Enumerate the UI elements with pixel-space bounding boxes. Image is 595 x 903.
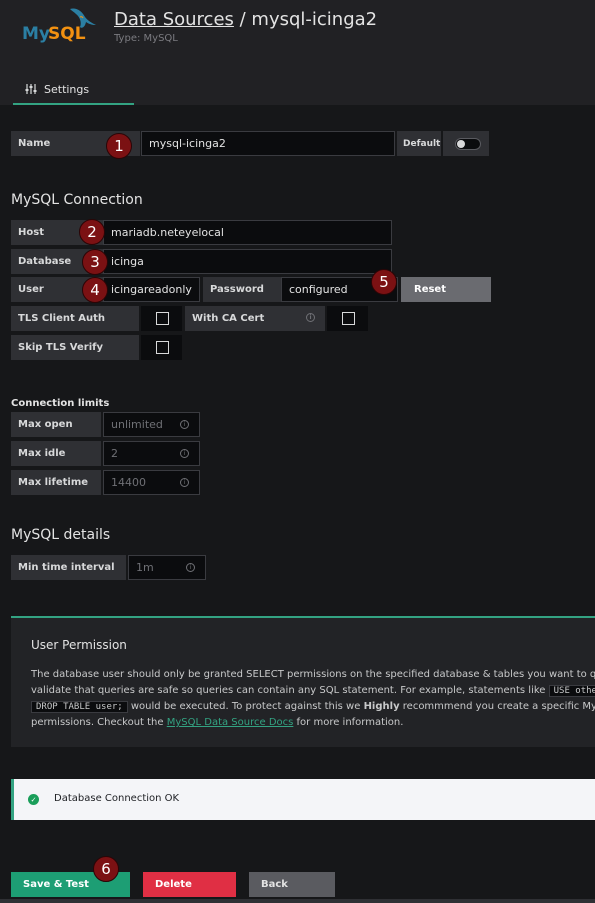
with-ca-cert-text: With CA Cert	[192, 313, 265, 324]
sliders-icon	[25, 83, 37, 98]
info-icon: i	[180, 478, 189, 487]
user-input[interactable]: icingareadonly	[103, 277, 200, 302]
min-time-interval-placeholder: 1m	[136, 561, 154, 574]
info-icon: i	[186, 563, 195, 572]
reset-password-button[interactable]: Reset	[401, 277, 491, 302]
info-icon: i	[306, 313, 315, 322]
page-title: Data Sources / mysql-icinga2	[114, 9, 377, 30]
user-permission-title: User Permission	[31, 638, 127, 652]
permission-line-4: permissions. Checkout the MySQL Data Sou…	[31, 715, 595, 731]
back-button[interactable]: Back	[249, 872, 335, 897]
default-label: Default	[397, 131, 441, 156]
user-permission-panel: User Permission The database user should…	[11, 616, 595, 747]
skip-tls-verify-label: Skip TLS Verify	[11, 335, 139, 360]
mysql-details-heading: MySQL details	[11, 527, 111, 543]
permission-highly: Highly	[363, 701, 400, 712]
toggle-knob	[457, 140, 465, 148]
logo-my-text: My	[22, 24, 50, 44]
default-toggle[interactable]	[455, 138, 481, 150]
marker-badge-1: 1	[106, 133, 132, 159]
database-input[interactable]: icinga	[103, 249, 392, 274]
mysql-logo: My SQL	[22, 5, 102, 45]
tls-client-auth-wrap	[141, 306, 182, 331]
max-idle-placeholder: 2	[111, 447, 118, 460]
tls-client-auth-label: TLS Client Auth	[11, 306, 139, 331]
info-icon: i	[180, 420, 189, 429]
password-label: Password	[203, 277, 281, 302]
permission-line-2: validate that queries are safe so querie…	[31, 683, 595, 699]
code-use-other: USE othe	[548, 685, 595, 697]
tab-settings[interactable]: Settings	[13, 80, 134, 105]
min-time-interval-input[interactable]: 1m i	[128, 555, 206, 580]
host-input[interactable]: mariadb.neteyelocal	[103, 220, 392, 245]
tab-settings-label: Settings	[44, 83, 90, 96]
max-lifetime-input[interactable]: 14400 i	[103, 470, 200, 495]
marker-badge-4: 4	[82, 277, 108, 303]
permission-line-4-text-b: for more information.	[293, 717, 404, 728]
with-ca-cert-label: With CA Cert i	[185, 306, 325, 331]
user-permission-text: The database user should only be granted…	[31, 667, 595, 731]
permission-line-3-text-b: recommmend you create a specific My	[399, 701, 595, 712]
max-idle-input[interactable]: 2 i	[103, 441, 200, 466]
permission-line-3-text-a: would be executed. To protect against th…	[127, 701, 364, 712]
delete-button[interactable]: Delete	[143, 872, 236, 897]
max-lifetime-placeholder: 14400	[111, 476, 146, 489]
connection-status-alert: ✓ Database Connection OK	[11, 779, 595, 820]
max-open-label: Max open	[11, 412, 101, 437]
max-idle-label: Max idle	[11, 441, 101, 466]
skip-tls-verify-checkbox[interactable]	[156, 341, 169, 354]
marker-badge-3: 3	[82, 249, 108, 275]
marker-badge-5: 5	[371, 269, 397, 295]
max-lifetime-label: Max lifetime	[11, 470, 101, 495]
permission-line-1: The database user should only be granted…	[31, 669, 595, 680]
default-toggle-wrap	[443, 131, 489, 156]
with-ca-cert-wrap	[327, 306, 368, 331]
name-input[interactable]: mysql-icinga2	[141, 131, 395, 156]
min-time-interval-label: Min time interval	[11, 555, 126, 580]
max-open-input[interactable]: unlimited i	[103, 412, 200, 437]
with-ca-cert-checkbox[interactable]	[342, 312, 355, 325]
check-circle-icon: ✓	[28, 794, 39, 805]
logo-sql-text: SQL	[48, 24, 86, 44]
permission-line-2-text: validate that queries are safe so querie…	[31, 685, 549, 696]
page-header: My SQL Data Sources / mysql-icinga2 Type…	[0, 0, 595, 105]
breadcrumb-separator: /	[233, 9, 252, 30]
max-open-placeholder: unlimited	[111, 418, 163, 431]
skip-tls-verify-wrap	[141, 335, 182, 360]
tls-client-auth-checkbox[interactable]	[156, 312, 169, 325]
breadcrumb-data-sources-link[interactable]: Data Sources	[114, 9, 234, 30]
page-subtitle: Type: MySQL	[114, 33, 178, 44]
permission-line-4-text-a: permissions. Checkout the	[31, 717, 167, 728]
permission-line-3: DROP TABLE user; would be executed. To p…	[31, 699, 595, 715]
info-icon: i	[180, 449, 189, 458]
code-drop-table: DROP TABLE user;	[31, 701, 128, 713]
marker-badge-6: 6	[93, 856, 119, 882]
mysql-docs-link[interactable]: MySQL Data Source Docs	[167, 717, 294, 728]
marker-badge-2: 2	[79, 219, 105, 245]
mysql-connection-heading: MySQL Connection	[11, 192, 143, 208]
datasource-title: mysql-icinga2	[251, 9, 378, 30]
connection-limits-heading: Connection limits	[11, 398, 110, 409]
connection-status-message: Database Connection OK	[54, 793, 180, 804]
bottom-bar	[0, 899, 595, 903]
